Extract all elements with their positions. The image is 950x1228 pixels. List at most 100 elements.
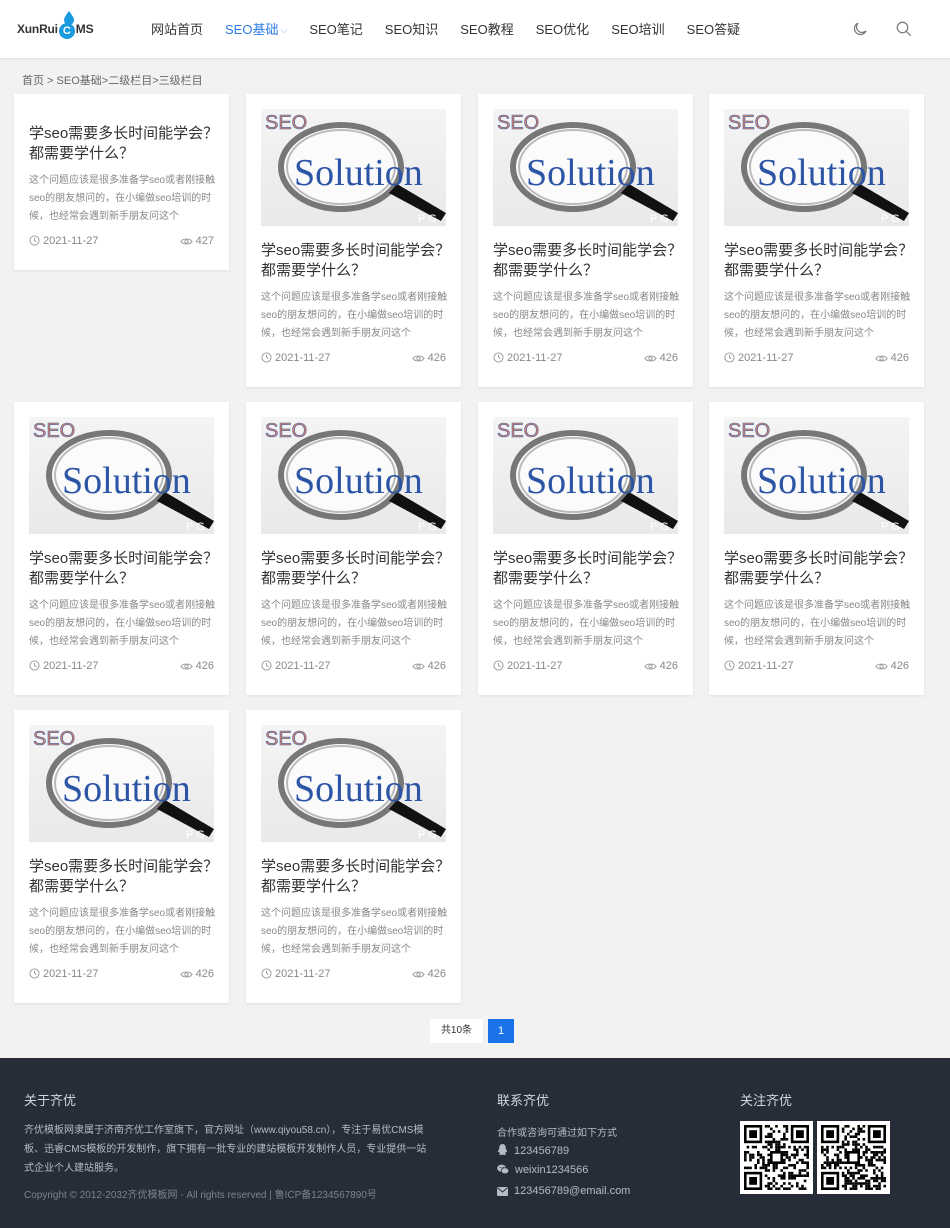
article-views: 426: [412, 352, 446, 364]
svg-text:P G: P G: [418, 829, 437, 841]
svg-text:P G: P G: [186, 521, 205, 533]
article-views: 426: [644, 660, 678, 672]
article-title[interactable]: 学seo需要多长时间能学会？都需要学什么？: [493, 241, 683, 281]
article-card[interactable]: SEO Solution P G 学seo需要多长时间能学会？都需要学什么？ 这个问题应…: [478, 402, 693, 695]
article-date: 2021-11-27: [29, 968, 98, 980]
svg-text:P G: P G: [881, 213, 900, 225]
article-title[interactable]: 学seo需要多长时间能学会？都需要学什么？: [261, 857, 451, 897]
article-thumbnail[interactable]: SEO Solution P G: [493, 109, 678, 226]
article-card[interactable]: SEO Solution P G 学seo需要多长时间能学会？都需要学什么？ 这个问题应…: [14, 402, 229, 695]
eye-icon: [180, 971, 193, 978]
svg-text:Solution: Solution: [62, 768, 191, 810]
article-meta: 2021-11-27 427: [29, 235, 214, 249]
site-logo[interactable]: XunRui C MS: [17, 11, 101, 46]
nav-item-seo-tutorial[interactable]: SEO教程: [449, 0, 524, 59]
wechat-icon: [497, 1164, 510, 1175]
article-card[interactable]: 学seo需要多长时间能学会？都需要学什么？ 这个问题应该是很多准备学seo或者刚接…: [14, 94, 229, 270]
article-card[interactable]: SEO Solution P G 学seo需要多长时间能学会？都需要学什么？ 这个问题应…: [246, 402, 461, 695]
logo-text: XunRui C MS: [17, 22, 94, 39]
footer-contact-intro: 合作或咨询可通过如下方式: [497, 1128, 617, 1139]
eye-icon: [180, 238, 193, 245]
article-card[interactable]: SEO Solution P G 学seo需要多长时间能学会？都需要学什么？ 这个问题应…: [478, 94, 693, 387]
qr-code-icon: [744, 1125, 809, 1190]
svg-text:SEO: SEO: [33, 420, 75, 442]
article-thumbnail[interactable]: SEO Solution P G: [29, 417, 214, 534]
footer-copyright[interactable]: Copyright © 2012-2032齐优模板网 - All rights …: [24, 1186, 377, 1201]
article-title[interactable]: 学seo需要多长时间能学会？都需要学什么？: [29, 549, 219, 589]
nav-item-seo-optimization[interactable]: SEO优化: [525, 0, 600, 59]
article-meta: 2021-11-27 426: [493, 660, 678, 674]
article-thumbnail[interactable]: SEO Solution P G: [29, 725, 214, 842]
article-title[interactable]: 学seo需要多长时间能学会？都需要学什么？: [29, 124, 219, 164]
eye-icon: [644, 663, 657, 670]
article-date: 2021-11-27: [29, 660, 98, 672]
chevron-down-icon: ⌵: [280, 25, 288, 35]
qr-code-icon: [821, 1125, 886, 1190]
eye-icon: [644, 355, 657, 362]
solution-magnifier-image: SEO Solution P G: [265, 112, 446, 225]
article-views: 426: [180, 968, 214, 980]
article-date: 2021-11-27: [493, 352, 562, 364]
breadcrumb[interactable]: 首页 > SEO基础>二级栏目>三级栏目: [22, 72, 203, 88]
nav-item-seo-basics[interactable]: SEO基础 ⌵: [214, 0, 298, 59]
svg-text:SEO: SEO: [497, 112, 539, 134]
svg-text:SEO: SEO: [497, 420, 539, 442]
article-thumbnail[interactable]: SEO Solution P G: [493, 417, 678, 534]
article-excerpt: 这个问题应该是很多准备学seo或者刚接触seo的朋友想问的，在小编做seo培训的…: [29, 600, 216, 647]
article-thumbnail[interactable]: SEO Solution P G: [261, 417, 446, 534]
search-icon[interactable]: [895, 20, 913, 38]
article-card[interactable]: SEO Solution P G 学seo需要多长时间能学会？都需要学什么？ 这个问题应…: [246, 94, 461, 387]
article-card[interactable]: SEO Solution P G 学seo需要多长时间能学会？都需要学什么？ 这个问题应…: [709, 94, 924, 387]
svg-text:Solution: Solution: [294, 152, 423, 194]
article-excerpt: 这个问题应该是很多准备学seo或者刚接触seo的朋友想问的，在小编做seo培训的…: [261, 908, 448, 955]
clock-icon: [724, 352, 735, 363]
svg-text:Solution: Solution: [757, 152, 886, 194]
clock-icon: [261, 352, 272, 363]
clock-icon: [493, 660, 504, 671]
article-title[interactable]: 学seo需要多长时间能学会？都需要学什么？: [493, 549, 683, 589]
nav-item-home[interactable]: 网站首页: [140, 0, 214, 59]
article-title[interactable]: 学seo需要多长时间能学会？都需要学什么？: [724, 549, 914, 589]
site-header: XunRui C MS 网站首页 SEO基础 ⌵ SEO笔记 SEO知识 SEO教程 …: [0, 0, 950, 59]
article-date: 2021-11-27: [261, 660, 330, 672]
article-title[interactable]: 学seo需要多长时间能学会？都需要学什么？: [29, 857, 219, 897]
nav-item-seo-knowledge[interactable]: SEO知识: [374, 0, 449, 59]
article-card[interactable]: SEO Solution P G 学seo需要多长时间能学会？都需要学什么？ 这个问题应…: [246, 710, 461, 1003]
footer-about-title: 关于齐优: [24, 1093, 77, 1108]
article-title[interactable]: 学seo需要多长时间能学会？都需要学什么？: [724, 241, 914, 281]
solution-magnifier-image: SEO Solution P G: [728, 112, 909, 225]
article-thumbnail[interactable]: SEO Solution P G: [724, 417, 909, 534]
article-excerpt: 这个问题应该是很多准备学seo或者刚接触seo的朋友想问的，在小编做seo培训的…: [29, 908, 216, 955]
article-thumbnail[interactable]: SEO Solution P G: [724, 109, 909, 226]
article-thumbnail[interactable]: SEO Solution P G: [261, 725, 446, 842]
footer-contact-title: 联系齐优: [497, 1093, 550, 1108]
svg-text:Solution: Solution: [526, 460, 655, 502]
nav-item-seo-training[interactable]: SEO培训: [600, 0, 675, 59]
clock-icon: [29, 660, 40, 671]
nav-item-seo-qa[interactable]: SEO答疑: [676, 0, 751, 59]
pagination-page-current[interactable]: 1: [488, 1019, 514, 1043]
eye-icon: [412, 971, 425, 978]
solution-magnifier-image: SEO Solution P G: [33, 420, 214, 533]
article-card[interactable]: SEO Solution P G 学seo需要多长时间能学会？都需要学什么？ 这个问题应…: [709, 402, 924, 695]
svg-text:P G: P G: [650, 213, 669, 225]
footer-contact-email[interactable]: 123456789@email.com: [497, 1185, 630, 1197]
moon-icon[interactable]: [851, 20, 869, 38]
article-views: 426: [180, 660, 214, 672]
nav-item-seo-notes[interactable]: SEO笔记: [298, 0, 373, 59]
eye-icon: [875, 663, 888, 670]
article-meta: 2021-11-27 426: [29, 968, 214, 982]
article-title[interactable]: 学seo需要多长时间能学会？都需要学什么？: [261, 241, 451, 281]
article-date: 2021-11-27: [493, 660, 562, 672]
svg-text:SEO: SEO: [728, 112, 770, 134]
qq-icon: [497, 1144, 508, 1155]
article-meta: 2021-11-27 426: [493, 352, 678, 366]
solution-magnifier-image: SEO Solution P G: [728, 420, 909, 533]
article-thumbnail[interactable]: SEO Solution P G: [261, 109, 446, 226]
article-excerpt: 这个问题应该是很多准备学seo或者刚接触seo的朋友想问的，在小编做seo培训的…: [493, 600, 680, 647]
article-title[interactable]: 学seo需要多长时间能学会？都需要学什么？: [261, 549, 451, 589]
clock-icon: [29, 235, 40, 246]
article-card[interactable]: SEO Solution P G 学seo需要多长时间能学会？都需要学什么？ 这个问题应…: [14, 710, 229, 1003]
svg-text:P G: P G: [186, 829, 205, 841]
svg-text:SEO: SEO: [265, 420, 307, 442]
